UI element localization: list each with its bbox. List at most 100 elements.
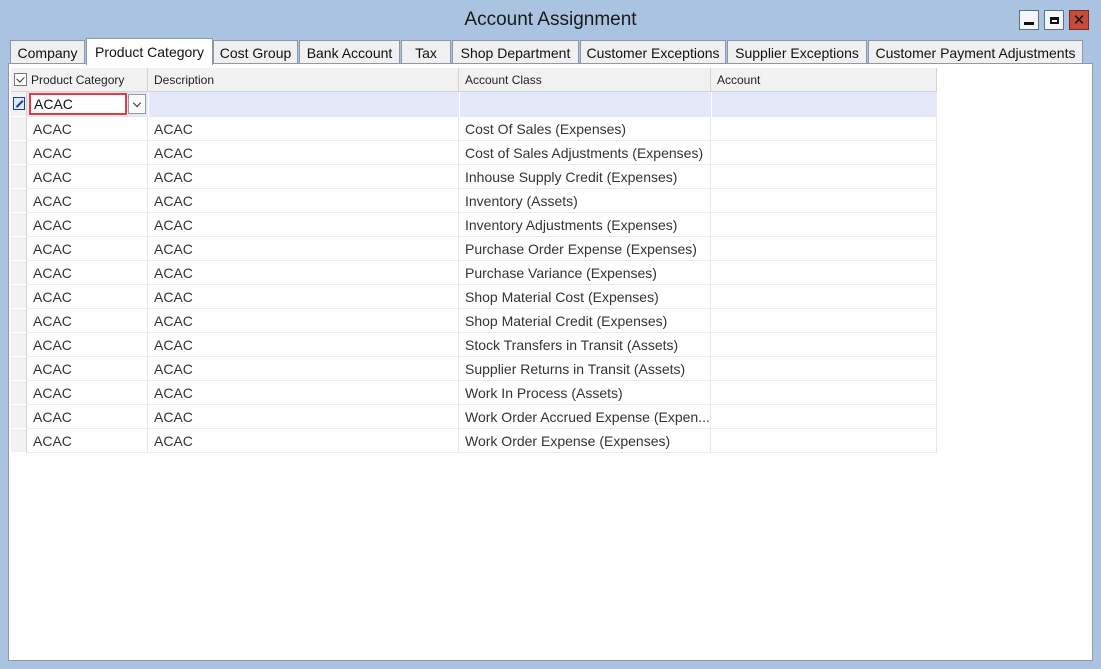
table-row[interactable]: ACAC ACAC Inventory (Assets) [11,189,937,213]
table-row[interactable]: ACAC ACAC Inhouse Supply Credit (Expenses) [11,165,937,189]
cell-account[interactable] [711,117,937,141]
row-selector[interactable] [11,429,27,453]
row-selector[interactable] [11,141,27,165]
product-category-filter-dropdown-button[interactable] [128,94,146,114]
cell-product-category[interactable]: ACAC [27,261,148,285]
cell-account[interactable] [711,309,937,333]
cell-product-category[interactable]: ACAC [27,333,148,357]
cell-account-class[interactable]: Work Order Expense (Expenses) [459,429,711,453]
cell-description[interactable]: ACAC [148,429,459,453]
cell-description[interactable]: ACAC [148,189,459,213]
cell-product-category[interactable]: ACAC [27,357,148,381]
cell-account-class[interactable]: Inhouse Supply Credit (Expenses) [459,165,711,189]
tab-tax[interactable]: Tax [401,40,451,64]
tab-shop-department[interactable]: Shop Department [452,40,579,64]
cell-account-class[interactable]: Stock Transfers in Transit (Assets) [459,333,711,357]
cell-description[interactable]: ACAC [148,141,459,165]
cell-account-class[interactable]: Cost Of Sales (Expenses) [459,117,711,141]
cell-account[interactable] [711,165,937,189]
cell-product-category[interactable]: ACAC [27,381,148,405]
cell-description[interactable]: ACAC [148,237,459,261]
tab-supplier-exceptions[interactable]: Supplier Exceptions [727,40,867,64]
cell-product-category[interactable]: ACAC [27,213,148,237]
cell-description[interactable]: ACAC [148,213,459,237]
cell-account-class[interactable]: Shop Material Cost (Expenses) [459,285,711,309]
row-selector[interactable] [11,213,27,237]
cell-account[interactable] [711,333,937,357]
cell-description[interactable]: ACAC [148,381,459,405]
cell-product-category[interactable]: ACAC [27,285,148,309]
cell-product-category[interactable]: ACAC [27,117,148,141]
tab-customer-payment-adjustments[interactable]: Customer Payment Adjustments [868,40,1083,64]
cell-account-class[interactable]: Work Order Accrued Expense (Expen... [459,405,711,429]
row-selector[interactable] [11,357,27,381]
row-selector[interactable] [11,405,27,429]
column-header-account[interactable]: Account [711,68,937,92]
cell-account-class[interactable]: Purchase Variance (Expenses) [459,261,711,285]
table-row[interactable]: ACAC ACAC Work Order Expense (Expenses) [11,429,937,453]
tab-cost-group[interactable]: Cost Group [213,40,298,64]
cell-description[interactable]: ACAC [148,285,459,309]
cell-account-class[interactable]: Cost of Sales Adjustments (Expenses) [459,141,711,165]
cell-account[interactable] [711,381,937,405]
row-selector[interactable] [11,333,27,357]
row-selector[interactable] [11,285,27,309]
column-header-product-category[interactable]: Product Category [11,68,148,92]
cell-account[interactable] [711,189,937,213]
cell-product-category[interactable]: ACAC [27,165,148,189]
cell-product-category[interactable]: ACAC [27,309,148,333]
row-selector[interactable] [11,237,27,261]
row-selector[interactable] [11,261,27,285]
cell-description[interactable]: ACAC [148,309,459,333]
table-row[interactable]: ACAC ACAC Work Order Accrued Expense (Expe… [11,405,937,429]
cell-description[interactable]: ACAC [148,333,459,357]
maximize-button[interactable] [1044,10,1064,30]
cell-account-class[interactable]: Purchase Order Expense (Expenses) [459,237,711,261]
cell-account-class[interactable]: Inventory Adjustments (Expenses) [459,213,711,237]
table-row[interactable]: ACAC ACAC Purchase Variance (Expenses) [11,261,937,285]
table-row[interactable]: ACAC ACAC Cost Of Sales (Expenses) [11,117,937,141]
table-row[interactable]: ACAC ACAC Stock Transfers in Transit (Asse… [11,333,937,357]
cell-product-category[interactable]: ACAC [27,405,148,429]
close-button[interactable]: ✕ [1069,10,1089,30]
cell-account[interactable] [711,357,937,381]
cell-account[interactable] [711,213,937,237]
cell-account[interactable] [711,237,937,261]
minimize-button[interactable] [1019,10,1039,30]
cell-description[interactable]: ACAC [148,357,459,381]
cell-account[interactable] [711,405,937,429]
column-header-description[interactable]: Description [148,68,459,92]
table-row[interactable]: ACAC ACAC Work In Process (Assets) [11,381,937,405]
cell-account-class[interactable]: Work In Process (Assets) [459,381,711,405]
cell-product-category[interactable]: ACAC [27,189,148,213]
cell-account[interactable] [711,261,937,285]
table-row[interactable]: ACAC ACAC Shop Material Credit (Expenses) [11,309,937,333]
tab-customer-exceptions[interactable]: Customer Exceptions [580,40,726,64]
row-selector[interactable] [11,381,27,405]
cell-product-category[interactable]: ACAC [27,141,148,165]
cell-account[interactable] [711,141,937,165]
table-row[interactable]: ACAC ACAC Cost of Sales Adjustments (Expen… [11,141,937,165]
column-header-account-class[interactable]: Account Class [459,68,711,92]
cell-description[interactable]: ACAC [148,261,459,285]
cell-account[interactable] [711,285,937,309]
cell-description[interactable]: ACAC [148,405,459,429]
cell-account[interactable] [711,429,937,453]
tab-product-category[interactable]: Product Category [86,38,213,65]
table-row[interactable]: ACAC ACAC Shop Material Cost (Expenses) [11,285,937,309]
cell-account-class[interactable]: Inventory (Assets) [459,189,711,213]
row-selector[interactable] [11,117,27,141]
cell-description[interactable]: ACAC [148,117,459,141]
product-category-filter-input[interactable] [29,93,127,115]
table-row[interactable]: ACAC ACAC Supplier Returns in Transit (Ass… [11,357,937,381]
cell-account-class[interactable]: Shop Material Credit (Expenses) [459,309,711,333]
tab-bank-account[interactable]: Bank Account [299,40,400,64]
row-selector[interactable] [11,309,27,333]
row-selector[interactable] [11,189,27,213]
filter-row-selector[interactable] [11,92,27,117]
cell-description[interactable]: ACAC [148,165,459,189]
cell-product-category[interactable]: ACAC [27,237,148,261]
cell-product-category[interactable]: ACAC [27,429,148,453]
row-selector[interactable] [11,165,27,189]
table-row[interactable]: ACAC ACAC Purchase Order Expense (Expenses… [11,237,937,261]
